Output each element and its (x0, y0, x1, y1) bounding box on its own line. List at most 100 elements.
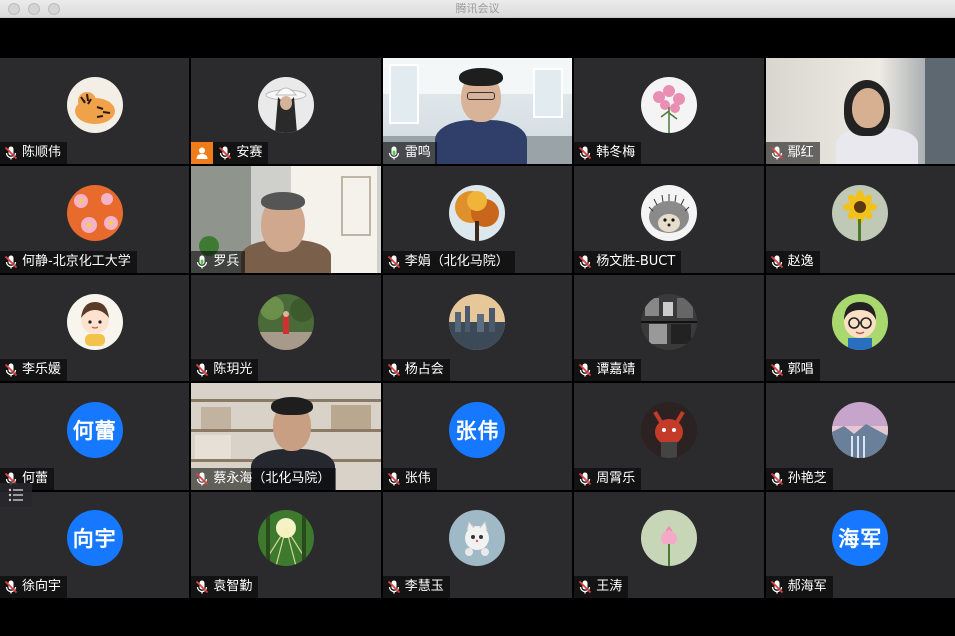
avatar (640, 293, 697, 350)
participant-tile[interactable]: 杨文胜-BUCT (574, 166, 764, 273)
avatar (258, 510, 315, 567)
avatar: 海军 (832, 510, 889, 567)
participant-name: 徐向宇 (22, 579, 62, 594)
mic-muted-icon (196, 580, 209, 594)
avatar (832, 185, 889, 242)
participant-name: 李乐媛 (22, 362, 62, 378)
mic-muted-icon (770, 363, 783, 377)
participant-name: 陈玥光 (213, 362, 253, 378)
participant-nameplate: 陈顺伟 (0, 142, 68, 165)
participant-name: 鄢红 (787, 145, 814, 161)
participant-name: 李慧玉 (404, 579, 444, 594)
participant-tile[interactable]: 张伟 张伟 (382, 383, 573, 490)
participant-tile[interactable]: 李慧玉 (382, 491, 573, 598)
participant-name: 李娟（北化马院） (404, 253, 509, 269)
avatar (66, 185, 123, 242)
participant-nameplate: 郝海军 (765, 576, 833, 598)
participant-list-button[interactable] (0, 483, 32, 507)
participant-tile[interactable]: 向宇 徐向宇 (0, 491, 190, 598)
person-icon (191, 142, 214, 165)
participant-tile[interactable]: 蔡永海（北化马院） (191, 383, 381, 490)
avatar (832, 293, 889, 350)
avatar (832, 402, 889, 458)
participant-nameplate: 李乐媛 (0, 359, 68, 382)
avatar (640, 510, 697, 567)
participant-tile[interactable]: 孙艳芝 (765, 383, 955, 490)
avatar: 张伟 (449, 402, 506, 458)
participant-nameplate: 李慧玉 (382, 576, 450, 598)
participant-tile[interactable]: 周霄乐 (574, 383, 764, 490)
participant-name: 韩冬梅 (596, 145, 636, 161)
participant-tile[interactable]: 何静-北京化工大学 (0, 166, 190, 273)
participant-tile[interactable]: 郭唱 (765, 274, 955, 382)
avatar: 何蕾 (66, 402, 123, 458)
participant-name: 王涛 (596, 579, 623, 594)
participant-tile[interactable]: 陈玥光 (191, 274, 381, 382)
avatar (66, 76, 123, 133)
participant-name: 谭嘉靖 (596, 362, 636, 378)
participant-name: 郭唱 (787, 362, 814, 378)
mic-muted-icon (387, 255, 400, 269)
participant-name: 陈顺伟 (22, 145, 62, 161)
participant-tile[interactable]: 雷鸣 (382, 58, 573, 165)
avatar (640, 76, 697, 133)
avatar (449, 293, 506, 350)
mic-icon (388, 146, 399, 160)
participant-nameplate: 王涛 (574, 576, 629, 598)
participant-name: 孙艳芝 (787, 470, 827, 486)
mic-muted-icon (387, 580, 400, 594)
participant-grid: 陈顺伟 安赛 雷鸣 韩冬梅 鄢红何静-北京化工大学 罗兵 李娟（北化马院） 杨文胜-BUCT 赵… (0, 58, 955, 598)
participant-tile[interactable]: 陈顺伟 (0, 58, 190, 165)
participant-name: 罗兵 (213, 253, 240, 269)
avatar (640, 402, 697, 458)
participant-name: 周霄乐 (596, 470, 636, 486)
participant-nameplate: 徐向宇 (0, 576, 68, 598)
participant-tile[interactable]: 赵逸 (765, 166, 955, 273)
participant-nameplate: 蔡永海（北化马院） (191, 467, 337, 490)
mic-muted-icon (4, 146, 18, 160)
participant-tile[interactable]: 杨占会 (382, 274, 573, 382)
participant-tile[interactable]: 李乐媛 (0, 274, 190, 382)
participant-tile[interactable]: 韩冬梅 (574, 58, 764, 165)
participant-tile[interactable]: 王涛 (574, 491, 764, 598)
participant-nameplate: 韩冬梅 (574, 142, 642, 165)
mic-muted-icon (579, 363, 592, 377)
participant-nameplate: 罗兵 (191, 250, 246, 273)
mic-muted-icon (4, 255, 18, 269)
mic-muted-icon (4, 580, 18, 594)
participant-name: 安赛 (236, 145, 263, 161)
avatar (449, 185, 506, 242)
participant-nameplate: 何静-北京化工大学 (0, 250, 137, 273)
avatar (449, 510, 506, 567)
mic-muted-icon (579, 146, 592, 160)
participant-tile[interactable]: 谭嘉靖 (574, 274, 764, 382)
participant-name: 何静-北京化工大学 (22, 253, 131, 269)
participant-tile[interactable]: 袁智勤 (191, 491, 381, 598)
participant-tile[interactable]: 鄢红 (765, 58, 955, 165)
participant-tile[interactable]: 李娟（北化马院） (382, 166, 573, 273)
participant-name: 蔡永海（北化马院） (213, 470, 331, 486)
mic-icon (197, 255, 208, 269)
mic-muted-icon (770, 580, 783, 594)
participant-nameplate: 鄢红 (765, 142, 820, 165)
participant-tile[interactable]: 罗兵 (191, 166, 381, 273)
participant-nameplate: 杨占会 (382, 359, 450, 382)
participant-name: 雷鸣 (404, 145, 431, 161)
mic-muted-icon (387, 472, 400, 486)
participant-name: 杨文胜-BUCT (596, 253, 676, 269)
mic-muted-icon (579, 472, 592, 486)
participant-nameplate: 张伟 (382, 467, 437, 490)
participant-nameplate: 陈玥光 (191, 359, 259, 382)
participant-name: 袁智勤 (213, 579, 253, 594)
participant-tile[interactable]: 安赛 (191, 58, 381, 165)
participant-nameplate: 杨文胜-BUCT (574, 250, 682, 273)
mic-muted-icon (4, 363, 18, 377)
mic-muted-icon (387, 363, 400, 377)
participant-nameplate: 周霄乐 (574, 467, 642, 490)
avatar (66, 293, 123, 350)
window-titlebar: 腾讯会议 (0, 0, 955, 18)
participant-nameplate: 赵逸 (765, 250, 820, 273)
avatar (640, 185, 697, 242)
participant-tile[interactable]: 何蕾 何蕾 (0, 383, 190, 490)
participant-tile[interactable]: 海军郝海军 (765, 491, 955, 598)
